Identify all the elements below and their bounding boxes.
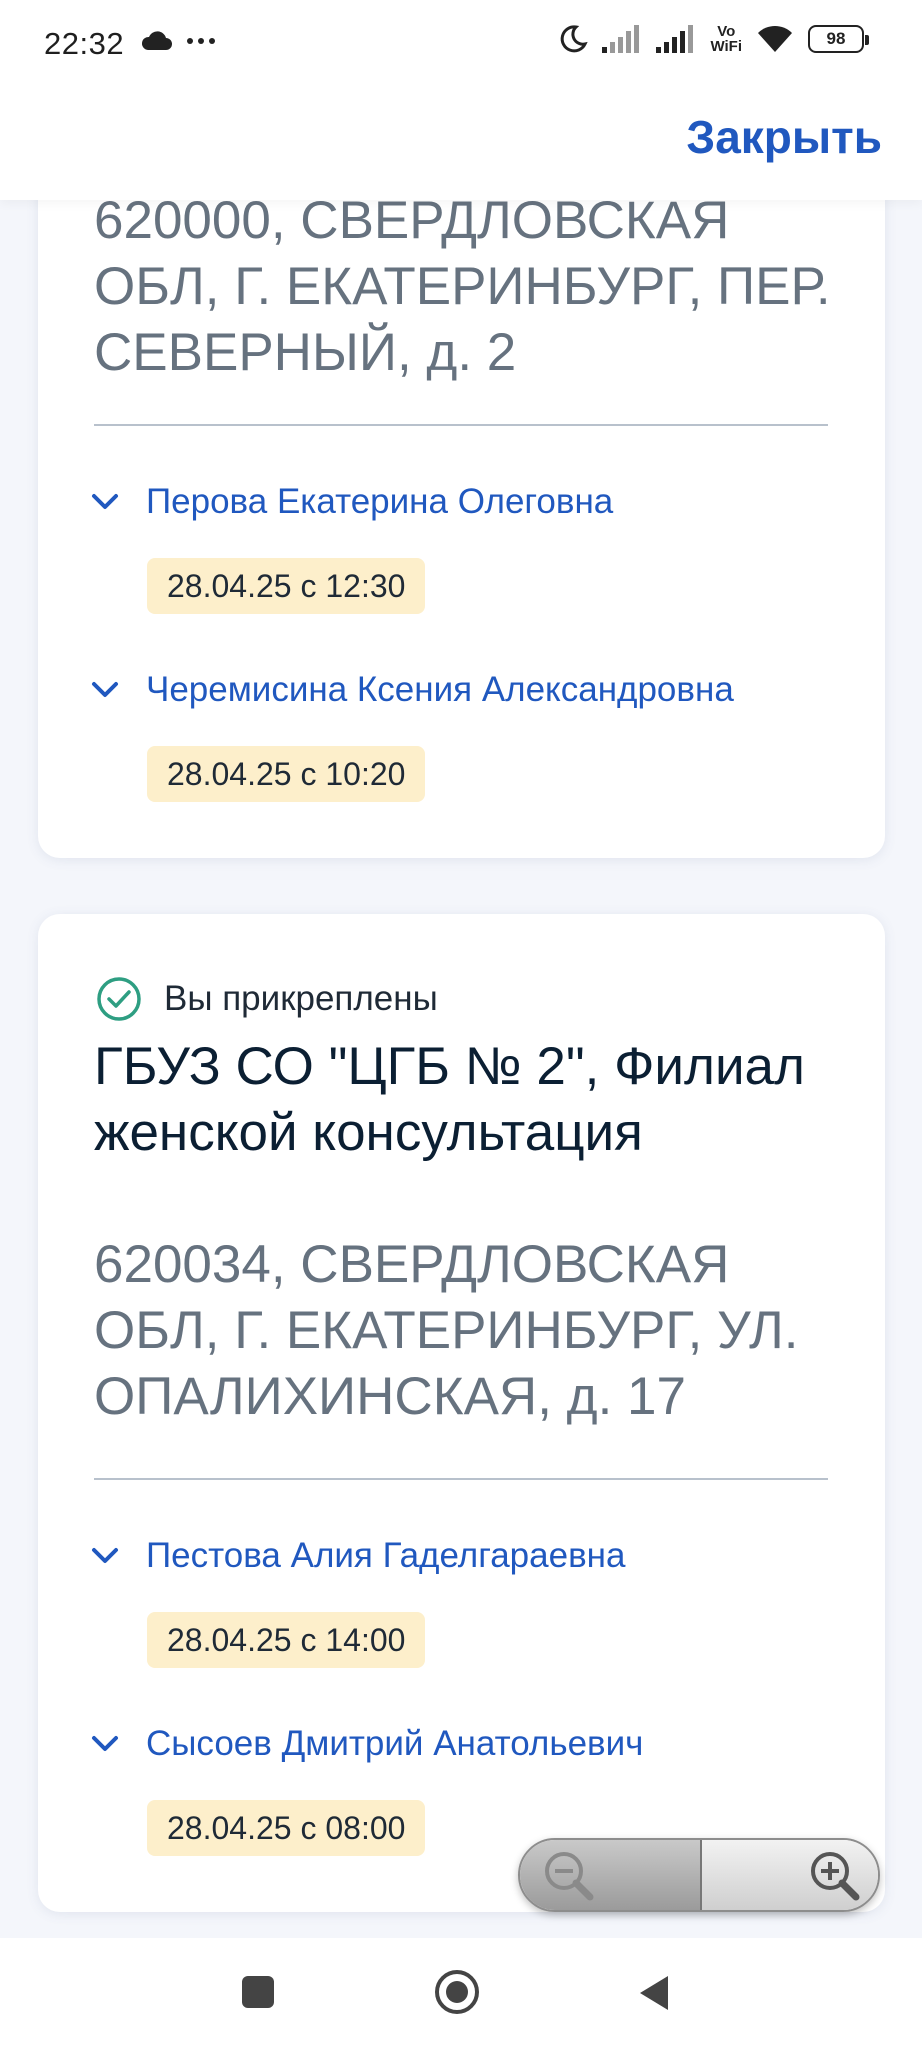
back-icon[interactable]	[636, 1974, 672, 2012]
doctor-name: Перова Екатерина Олеговна	[146, 482, 614, 521]
moon-icon	[561, 25, 589, 53]
signal-icon	[602, 25, 640, 53]
vowifi-icon: Vo WiFi	[710, 24, 742, 54]
zoom-in-icon	[811, 1852, 860, 1901]
doctor-row[interactable]: Сысоев Дмитрий Анатольевич	[88, 1724, 643, 1764]
appointment-slot-badge[interactable]: 28.04.25 с 10:20	[147, 746, 426, 802]
battery-level: 98	[826, 29, 846, 48]
doctor-name: Пестова Алия Гаделгараевна	[146, 1536, 626, 1575]
cloud-icon	[141, 31, 172, 50]
status-left-icons	[140, 30, 216, 52]
zoom-control	[518, 1838, 880, 1912]
close-button[interactable]: Закрыть	[686, 110, 882, 164]
clinic-name: ГБУЗ СО "ЦГБ № 2", Филиал женской консул…	[94, 1037, 805, 1162]
clinic-card: Вы прикреплены ГБУЗ СО "ЦГБ № 2", Филиал…	[38, 914, 885, 1912]
appointment-slot: 28.04.25 с 14:00	[167, 1621, 406, 1658]
more-dots-icon	[187, 38, 215, 44]
zoom-out-icon	[545, 1852, 594, 1901]
recent-apps-icon[interactable]	[240, 1974, 276, 2010]
chevron-down-icon	[92, 682, 118, 697]
battery-icon: 98	[808, 25, 869, 53]
status-bar: 22:32 Vo WiFi 98	[0, 0, 922, 88]
wifi-icon	[758, 25, 792, 52]
appointment-slot: 28.04.25 с 10:20	[167, 755, 406, 792]
appointment-slot-badge[interactable]: 28.04.25 с 12:30	[147, 558, 426, 614]
doctor-name: Сысоев Дмитрий Анатольевич	[146, 1724, 644, 1763]
doctor-row[interactable]: Перова Екатерина Олеговна	[88, 482, 613, 522]
appointment-slot: 28.04.25 с 08:00	[167, 1809, 406, 1846]
signal-icon	[656, 25, 694, 53]
vowifi-top: Vo	[717, 23, 736, 40]
clinic-card: 620000, СВЕРДЛОВСКАЯ ОБЛ, Г. ЕКАТЕРИНБУР…	[38, 140, 885, 858]
check-circle-icon	[97, 977, 141, 1021]
clinic-address: 620034, СВЕРДЛОВСКАЯ ОБЛ, Г. ЕКАТЕРИНБУР…	[94, 1235, 799, 1426]
chevron-down-icon	[92, 1548, 118, 1563]
chevron-down-icon	[92, 1736, 118, 1751]
vowifi-bottom: WiFi	[710, 38, 742, 55]
divider	[94, 1478, 828, 1480]
attached-status: Вы прикреплены	[96, 976, 438, 1022]
appointment-slot: 28.04.25 с 12:30	[167, 567, 406, 604]
home-icon[interactable]	[433, 1968, 481, 2016]
appointment-slot-badge[interactable]: 28.04.25 с 14:00	[147, 1612, 426, 1668]
doctor-row[interactable]: Пестова Алия Гаделгараевна	[88, 1536, 625, 1576]
chevron-down-icon	[92, 494, 118, 509]
doctor-row[interactable]: Черемисина Ксения Александровна	[88, 670, 734, 710]
attached-label: Вы прикреплены	[164, 979, 438, 1018]
clinic-address: 620000, СВЕРДЛОВСКАЯ ОБЛ, Г. ЕКАТЕРИНБУР…	[94, 191, 831, 382]
navigation-bar	[0, 1938, 922, 2048]
header: Закрыть	[0, 88, 922, 200]
appointment-slot-badge[interactable]: 28.04.25 с 08:00	[147, 1800, 426, 1856]
doctor-name: Черемисина Ксения Александровна	[146, 670, 734, 709]
status-time: 22:32	[44, 26, 125, 61]
divider	[94, 424, 828, 426]
status-right-icons: Vo WiFi 98	[558, 24, 869, 54]
zoom-in-button[interactable]	[702, 1840, 878, 1910]
zoom-out-button[interactable]	[520, 1840, 702, 1910]
